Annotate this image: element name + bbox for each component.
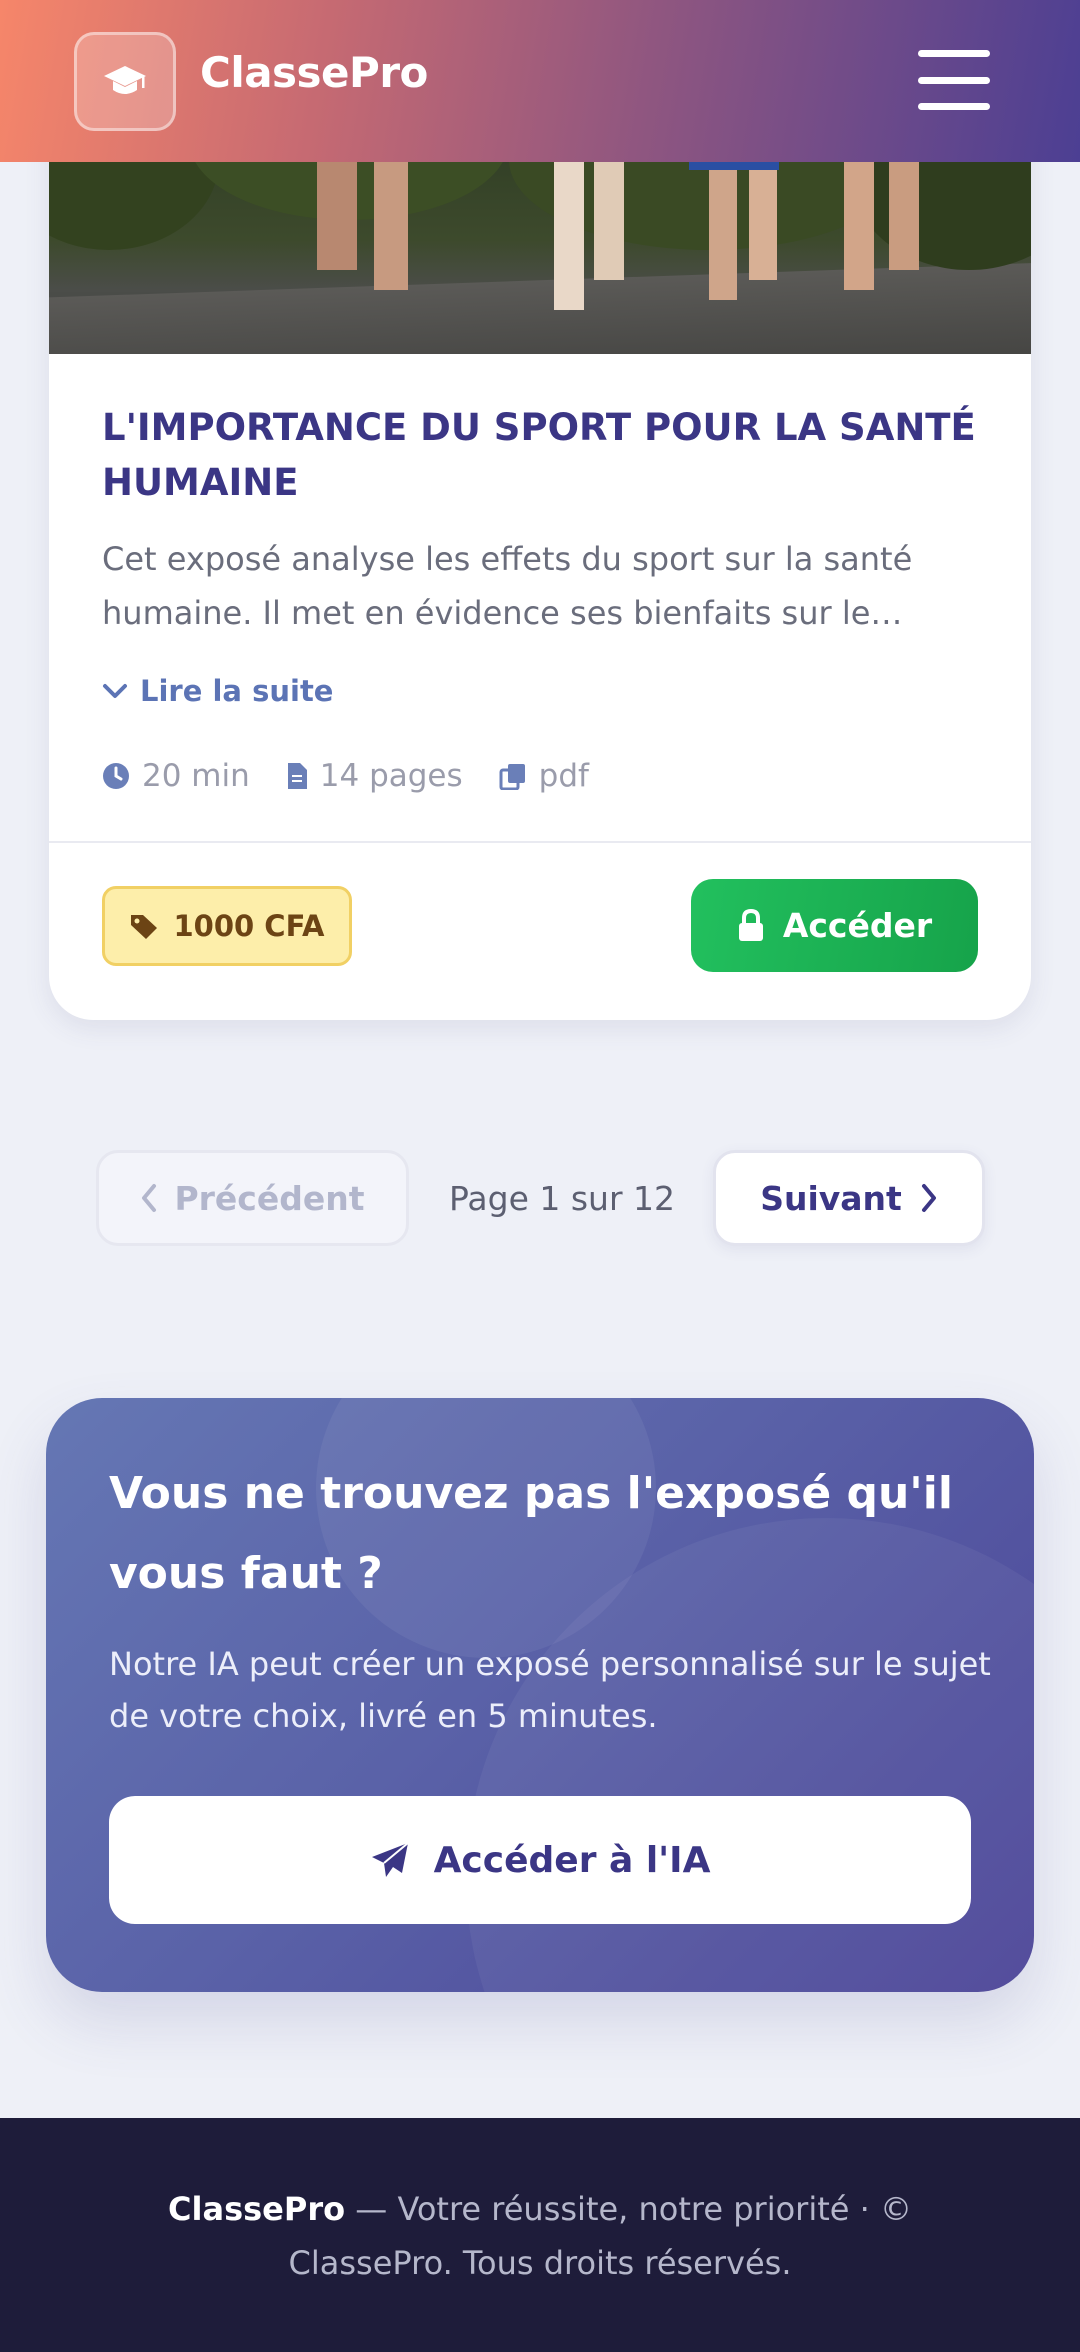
logo[interactable] (74, 32, 176, 131)
footer-brand[interactable]: ClassePro (168, 2190, 345, 2228)
lock-icon (738, 908, 763, 941)
price-value: 1000 CFA (173, 909, 325, 943)
document-description: Cet exposé analyse les effets du sport s… (102, 540, 913, 632)
pages-value: 14 pages (319, 758, 463, 794)
access-button[interactable]: Accéder (691, 879, 978, 972)
duration-value: 20 min (142, 758, 250, 794)
previous-page-button[interactable]: Précédent (96, 1150, 409, 1246)
graduation-cap-icon (104, 65, 146, 94)
document-meta: 20 min 14 pages pdf (102, 758, 589, 794)
copy-icon (499, 764, 525, 790)
paper-plane-icon (371, 1842, 409, 1877)
card-divider (49, 841, 1031, 843)
chevron-down-icon (103, 684, 127, 698)
chevron-right-icon (921, 1184, 936, 1212)
app-header: ClassePro (0, 0, 1080, 162)
format-meta: pdf (499, 758, 589, 794)
read-more-link[interactable]: Lire la suite (102, 674, 333, 708)
read-more-label: Lire la suite (140, 674, 334, 708)
document-card: L'IMPORTANCE DU SPORT POUR LA SANTÉ HUMA… (49, 100, 1031, 1020)
access-label: Accéder (782, 906, 933, 945)
duration-meta: 20 min (102, 758, 250, 794)
ai-cta-section: Vous ne trouvez pas l'exposé qu'il vous … (46, 1398, 1034, 1992)
format-value: pdf (538, 758, 589, 794)
tag-icon (131, 915, 158, 939)
access-ai-label: Accéder à l'IA (433, 1839, 711, 1881)
cta-text: Notre IA peut créer un exposé personnali… (109, 1645, 991, 1735)
clock-icon (103, 763, 129, 789)
footer-text: ClassePro — Votre réussite, notre priori… (100, 2182, 980, 2290)
previous-page-label: Précédent (174, 1178, 365, 1218)
pages-meta: 14 pages (286, 758, 463, 794)
brand-name[interactable]: ClassePro (200, 48, 428, 97)
hamburger-menu-icon[interactable] (918, 50, 990, 110)
page-indicator: Page 1 sur 12 (448, 1178, 676, 1218)
document-icon (287, 763, 307, 789)
access-ai-button[interactable]: Accéder à l'IA (109, 1796, 971, 1924)
next-page-button[interactable]: Suivant (713, 1150, 985, 1246)
footer-copyright: — Votre réussite, notre priorité · © Cla… (288, 2190, 912, 2282)
next-page-label: Suivant (760, 1178, 902, 1218)
cta-title: Vous ne trouvez pas l'exposé qu'il vous … (109, 1468, 953, 1599)
document-title[interactable]: L'IMPORTANCE DU SPORT POUR LA SANTÉ HUMA… (102, 400, 1002, 510)
price-badge: 1000 CFA (102, 886, 352, 966)
footer: ClassePro — Votre réussite, notre priori… (0, 2118, 1080, 2352)
chevron-left-icon (142, 1184, 157, 1212)
